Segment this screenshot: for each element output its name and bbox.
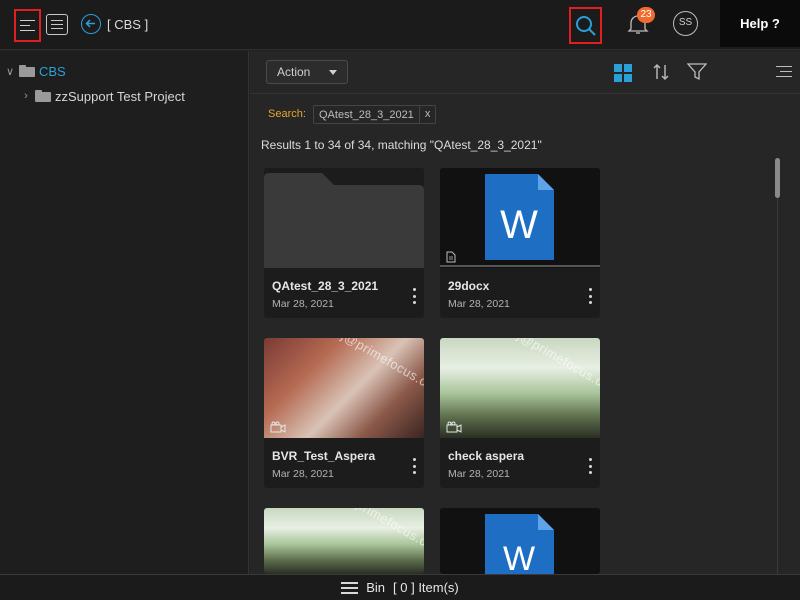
- chevron-right-icon[interactable]: ›: [20, 90, 32, 102]
- action-label: Action: [277, 65, 311, 79]
- bin-menu-icon: [341, 581, 359, 594]
- video-thumbnail: dipashree.j@primefocus.c 28/03/2021 14:2…: [440, 338, 600, 438]
- bin-label: Bin: [366, 580, 386, 595]
- folder-thumbnail: [264, 168, 424, 268]
- bin-count: [ 0 ] Item(s): [393, 580, 459, 595]
- notification-badge: 23: [637, 7, 655, 23]
- help-button[interactable]: Help ?: [720, 0, 800, 47]
- asset-title[interactable]: BVR_Test_Aspera: [272, 449, 375, 463]
- search-icon: [576, 16, 596, 36]
- top-bar: [ CBS ] 23 SS Help ?: [0, 0, 800, 50]
- hamburger-menu-icon[interactable]: [14, 9, 41, 42]
- asset-date: Mar 28, 2021: [448, 468, 510, 480]
- asset-title[interactable]: 29docx: [448, 279, 489, 293]
- scrollbar-track[interactable]: [777, 198, 778, 578]
- folder-tree-sidebar: ∨ CBS › zzSupport Test Project: [0, 51, 249, 574]
- tree-item-zzsupport[interactable]: › zzSupport Test Project: [20, 87, 185, 105]
- asset-card[interactable]: W: [440, 508, 600, 574]
- sort-icon[interactable]: [651, 62, 671, 82]
- video-camera-icon: [270, 421, 286, 433]
- more-options-icon[interactable]: [412, 458, 416, 474]
- document-type-icon: [446, 251, 456, 263]
- divider: [250, 93, 800, 94]
- folder-icon: [35, 90, 51, 102]
- asset-card[interactable]: dipashree.j@primefocus.c 28/03/2021 14:2…: [440, 338, 600, 488]
- asset-date: Mar 28, 2021: [448, 298, 510, 310]
- more-options-icon[interactable]: [412, 288, 416, 304]
- watermark: dipashree.j@primefocus.c 28/03/2021 14:2…: [282, 338, 424, 438]
- asset-card[interactable]: QAtest_28_3_2021 Mar 28, 2021: [264, 168, 424, 318]
- video-camera-icon: [446, 421, 462, 433]
- document-thumbnail: W: [440, 508, 600, 574]
- caret-down-icon: [329, 70, 337, 75]
- user-avatar[interactable]: SS: [673, 11, 698, 36]
- scrollbar-thumb[interactable]: [775, 158, 780, 198]
- asset-title[interactable]: QAtest_28_3_2021: [272, 279, 378, 293]
- chevron-down-icon[interactable]: ∨: [4, 65, 16, 78]
- search-label: Search:: [268, 108, 306, 120]
- list-view-icon[interactable]: [46, 14, 68, 35]
- filter-icon[interactable]: [687, 63, 707, 81]
- back-arrow-icon[interactable]: [81, 14, 101, 34]
- search-query-chip: QAtest_28_3_2021 x: [313, 105, 437, 124]
- tree-item-cbs[interactable]: ∨ CBS: [4, 62, 66, 80]
- word-document-icon: W: [485, 514, 554, 574]
- menu-icon[interactable]: [776, 66, 792, 77]
- tree-item-label: CBS: [39, 63, 66, 79]
- clear-search-button[interactable]: x: [418, 106, 436, 123]
- search-button[interactable]: [569, 7, 602, 44]
- asset-date: Mar 28, 2021: [272, 298, 334, 310]
- content-area: Action Search: QAtest_28_3_2021 x Result…: [250, 51, 800, 578]
- word-document-icon: W: [440, 174, 600, 267]
- search-query-text: QAtest_28_3_2021: [319, 108, 414, 121]
- svg-text:W: W: [500, 203, 538, 247]
- action-dropdown[interactable]: Action: [266, 60, 348, 84]
- asset-card[interactable]: dipashree.j@primefocus.c 28/03/2021 14:2…: [264, 508, 424, 574]
- watermark: dipashree.j@primefocus.c 28/03/2021 14:2…: [458, 338, 600, 438]
- asset-card[interactable]: W 29docx Mar 28, 2021: [440, 168, 600, 318]
- breadcrumb[interactable]: [ CBS ]: [107, 17, 148, 32]
- grid-view-icon[interactable]: [614, 64, 632, 82]
- asset-title[interactable]: check aspera: [448, 449, 524, 463]
- svg-text:W: W: [503, 540, 535, 574]
- more-options-icon[interactable]: [588, 458, 592, 474]
- video-thumbnail: dipashree.j@primefocus.c 28/03/2021 14:2…: [264, 338, 424, 438]
- tree-item-label: zzSupport Test Project: [55, 88, 185, 104]
- watermark: dipashree.j@primefocus.c 28/03/2021 14:2…: [282, 508, 424, 574]
- folder-icon: [19, 65, 35, 77]
- document-thumbnail: W: [440, 168, 600, 268]
- asset-date: Mar 28, 2021: [272, 468, 334, 480]
- results-summary: Results 1 to 34 of 34, matching "QAtest_…: [261, 138, 542, 152]
- bin-bar[interactable]: Bin [ 0 ] Item(s): [0, 574, 800, 600]
- more-options-icon[interactable]: [588, 288, 592, 304]
- video-thumbnail: dipashree.j@primefocus.c 28/03/2021 14:2…: [264, 508, 424, 574]
- asset-card[interactable]: dipashree.j@primefocus.c 28/03/2021 14:2…: [264, 338, 424, 488]
